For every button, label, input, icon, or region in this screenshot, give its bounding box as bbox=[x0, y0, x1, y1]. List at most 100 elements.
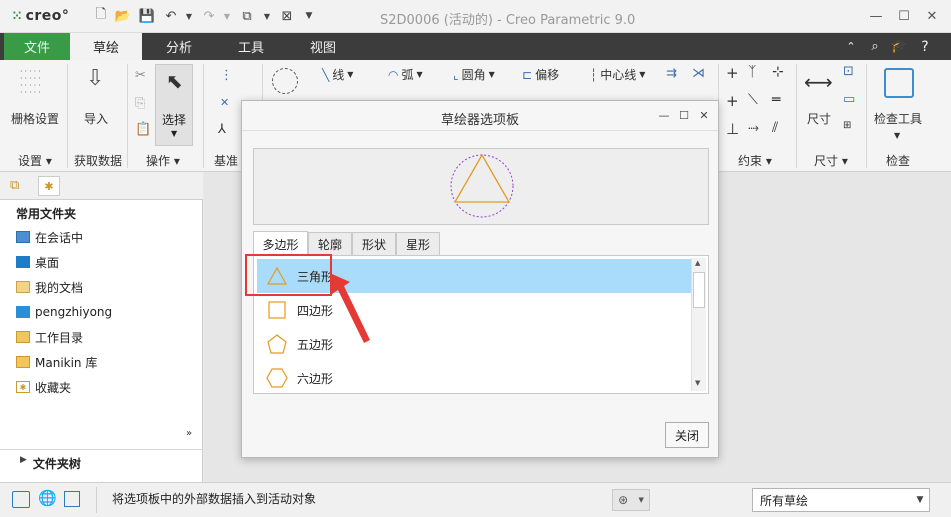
horizontal-constraint-icon[interactable]: ⤑ bbox=[748, 120, 759, 136]
modify-icon[interactable]: ⇉ bbox=[666, 66, 677, 81]
tab-tools[interactable]: 工具 bbox=[218, 33, 284, 60]
list-item-hexagon[interactable]: 六边形 bbox=[257, 361, 691, 395]
undo-icon[interactable]: ↶ bbox=[162, 7, 180, 25]
list-scrollbar[interactable]: ▲ ▼ bbox=[691, 258, 706, 391]
folder-item-desktop[interactable]: 桌面 bbox=[16, 251, 59, 273]
redo-icon[interactable]: ↷ bbox=[200, 7, 218, 25]
tab-analysis[interactable]: 分析 bbox=[146, 33, 212, 60]
construction-mode-icon[interactable] bbox=[272, 68, 298, 94]
baseline-icon[interactable]: ▭ bbox=[843, 92, 855, 107]
datum-centerline-icon[interactable]: ⋮ bbox=[220, 68, 233, 83]
folder-item-favorites[interactable]: ✱ 收藏夹 bbox=[16, 376, 71, 398]
folder-item-my-documents[interactable]: 我的文档 bbox=[16, 276, 83, 298]
pentagon-icon bbox=[267, 334, 287, 354]
arrow-cursor-icon: ⬉ bbox=[166, 69, 183, 93]
group-label-dimension: 尺寸 ▾ bbox=[814, 154, 848, 168]
dialog-maximize-icon[interactable]: ☐ bbox=[676, 107, 692, 123]
coincident-constraint-icon[interactable]: + bbox=[726, 92, 739, 110]
chevron-down-icon[interactable]: ▼ bbox=[911, 489, 929, 511]
vertical-constraint-icon[interactable]: + bbox=[726, 64, 739, 82]
regenerate-icon[interactable]: ⧉ bbox=[238, 7, 256, 25]
scroll-up-icon[interactable]: ▲ bbox=[695, 259, 700, 267]
close-window-icon[interactable]: ⊠ bbox=[278, 7, 296, 25]
regenerate-dropdown-icon[interactable]: ▼ bbox=[258, 7, 276, 25]
maximize-icon[interactable]: ☐ bbox=[890, 6, 918, 26]
tangent-constraint-icon[interactable]: ᛉ bbox=[748, 64, 756, 80]
redo-dropdown-icon[interactable]: ▼ bbox=[218, 7, 236, 25]
folder-tree-toggle[interactable]: ▶ 文件夹树 bbox=[20, 455, 81, 472]
offset-icon: ⊏ bbox=[522, 67, 533, 82]
tab-view[interactable]: 视图 bbox=[290, 33, 356, 60]
midpoint-constraint-icon[interactable]: ⊹ bbox=[772, 64, 784, 80]
favorites-icon: ✱ bbox=[16, 381, 30, 393]
inspect-tools-button[interactable]: 检查工具 ▼ bbox=[874, 110, 922, 141]
save-icon[interactable]: 💾 bbox=[138, 7, 156, 25]
ribbon-separator bbox=[203, 64, 204, 168]
open-folder-icon[interactable]: 📂 bbox=[114, 7, 132, 25]
line-icon: ╲ bbox=[322, 67, 330, 82]
line-button[interactable]: ╲ 线 ▼ bbox=[322, 66, 353, 83]
copy-icon[interactable]: ⎘ bbox=[135, 96, 145, 111]
perimeter-icon[interactable]: ⊡ bbox=[843, 64, 854, 79]
offset-button[interactable]: ⊏ 偏移 bbox=[522, 66, 559, 83]
select-button[interactable]: ⬉ 选择 ▼ bbox=[155, 64, 193, 146]
tab-sketch[interactable]: 草绘 bbox=[70, 33, 142, 60]
reference-icon[interactable]: ⊞ bbox=[843, 120, 851, 131]
status-separator bbox=[96, 487, 97, 513]
tab-profile[interactable]: 轮廓 bbox=[308, 232, 352, 256]
folder-item-in-session[interactable]: 在会话中 bbox=[16, 226, 83, 248]
datum-point-icon[interactable]: ✕ bbox=[220, 96, 229, 109]
scrollbar-thumb[interactable] bbox=[693, 272, 705, 308]
model-tree-tab-icon[interactable]: ⧉ bbox=[10, 178, 19, 193]
dialog-close-icon[interactable]: ✕ bbox=[696, 107, 712, 123]
scroll-down-icon[interactable]: ▼ bbox=[695, 379, 700, 387]
import-button[interactable]: 导入 bbox=[84, 110, 108, 127]
collapse-ribbon-icon[interactable]: ⌃ bbox=[840, 33, 862, 60]
browser-icon[interactable]: 🌐 bbox=[38, 489, 57, 507]
paste-icon[interactable]: 📋 bbox=[135, 122, 151, 137]
tab-shape[interactable]: 形状 bbox=[352, 232, 396, 256]
find-button[interactable]: ⊛ ▼ bbox=[612, 489, 650, 511]
group-label-inspect: 检查 bbox=[886, 154, 911, 168]
group-label-get-data: 获取数据 bbox=[74, 154, 123, 168]
new-file-icon[interactable]: 🗋 bbox=[92, 7, 110, 25]
close-button[interactable]: 关闭 bbox=[665, 422, 709, 448]
folder-item-working-directory[interactable]: 工作目录 bbox=[16, 326, 83, 348]
tab-polygon[interactable]: 多边形 bbox=[253, 231, 308, 256]
folder-item-manikin-library[interactable]: Manikin 库 bbox=[16, 351, 97, 373]
group-label-settings: 设置 ▾ bbox=[18, 154, 52, 168]
dimension-button[interactable]: 尺寸 bbox=[807, 110, 831, 127]
close-icon[interactable]: ✕ bbox=[918, 6, 946, 26]
group-label-datum: 基准 bbox=[214, 154, 239, 168]
dialog-minimize-icon[interactable]: — bbox=[656, 107, 672, 123]
folder-item-pengzhiyong[interactable]: pengzhiyong bbox=[16, 301, 112, 323]
divide-icon[interactable]: ⋊ bbox=[692, 66, 705, 81]
tab-file[interactable]: 文件 bbox=[4, 33, 70, 60]
selection-filter-dropdown[interactable]: 所有草绘 ▼ bbox=[752, 488, 930, 512]
show-navigator-icon[interactable] bbox=[12, 491, 30, 508]
hat-icon[interactable]: 🎓 bbox=[888, 33, 910, 60]
fillet-button[interactable]: ⌞ 圆角 ▼ bbox=[453, 66, 495, 83]
customize-toolbar-icon[interactable]: ▼ bbox=[300, 7, 318, 25]
minimize-icon[interactable]: — bbox=[862, 6, 890, 26]
expand-more-icon[interactable]: » bbox=[186, 428, 192, 439]
arc-button[interactable]: ◠ 弧 ▼ bbox=[388, 66, 423, 83]
datum-coordinate-icon[interactable]: ⅄ bbox=[218, 122, 226, 137]
perpendicular-constraint-icon[interactable]: ⊥ bbox=[726, 120, 739, 138]
folder-browser-tab-icon[interactable]: ✱ bbox=[38, 176, 60, 196]
cut-icon[interactable]: ✂ bbox=[135, 68, 146, 83]
ribbon-separator bbox=[796, 64, 797, 168]
inspect-icon bbox=[884, 68, 914, 98]
search-icon[interactable]: ⌕ bbox=[864, 33, 886, 60]
undo-dropdown-icon[interactable]: ▼ bbox=[180, 7, 198, 25]
parallel-constraint-icon[interactable]: ⫽ bbox=[772, 120, 778, 136]
hexagon-icon bbox=[266, 368, 288, 388]
help-icon[interactable]: ? bbox=[914, 33, 936, 60]
symmetric-constraint-icon[interactable]: ⟍ bbox=[748, 92, 758, 108]
equal-constraint-icon[interactable]: ═ bbox=[772, 92, 780, 108]
full-screen-icon[interactable] bbox=[64, 491, 80, 507]
tab-star[interactable]: 星形 bbox=[396, 232, 440, 256]
centerline-icon: ┆ bbox=[590, 67, 598, 82]
centerline-button[interactable]: ┆ 中心线 ▼ bbox=[590, 66, 645, 83]
grid-settings-button[interactable]: 栅格设置 bbox=[11, 110, 59, 127]
